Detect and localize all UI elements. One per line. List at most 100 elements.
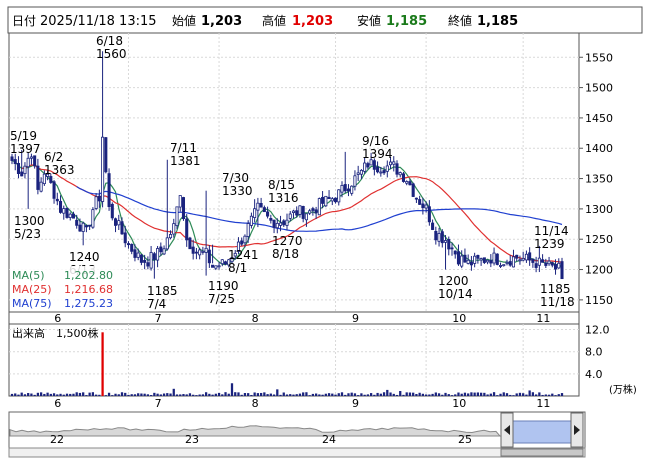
candle-body	[327, 196, 331, 200]
volume-bar	[509, 394, 512, 396]
navigator-right-handle[interactable]	[570, 412, 584, 448]
volume-bar	[237, 392, 240, 396]
annotation-date: 8/15	[268, 178, 295, 192]
candle-body	[324, 195, 328, 207]
stock-chart: 日付 2025/11/18 13:15 始値 1,203 高値 1,203 安値…	[7, 6, 643, 458]
volume-bar	[560, 393, 564, 396]
volume-bar	[392, 393, 395, 396]
candle-body	[133, 249, 137, 258]
volume-bar	[534, 394, 538, 396]
candle-body	[421, 203, 425, 208]
navigator-left-handle[interactable]	[500, 412, 514, 448]
candle-body	[411, 183, 415, 197]
volume-bar	[39, 392, 43, 396]
candle-body	[486, 259, 490, 263]
candle-body	[162, 248, 166, 255]
volume-bar	[470, 392, 473, 396]
month-label: 10	[452, 312, 466, 325]
navigator-scrollbar-track[interactable]	[8, 447, 586, 458]
volume-bar	[201, 394, 205, 396]
candle-body	[256, 202, 260, 211]
volume-bar	[259, 392, 263, 396]
ma5-value: 1,202.80	[64, 269, 113, 282]
volume-bar	[182, 394, 185, 396]
volume-bar	[140, 393, 143, 396]
volume-bar	[460, 393, 463, 396]
candle-body	[65, 207, 69, 218]
navigator-selection[interactable]	[512, 420, 572, 444]
candle-body	[414, 197, 418, 200]
volume-bar	[522, 393, 525, 396]
annotation-date: 10/14	[438, 287, 473, 301]
volume-bar	[111, 395, 114, 396]
candle-body	[94, 196, 98, 209]
candle-body	[408, 181, 412, 186]
volume-bar	[33, 394, 36, 396]
candle-body	[547, 260, 551, 265]
volume-bar	[353, 393, 357, 396]
annotation-date: 8/18	[272, 247, 299, 261]
candle-body	[515, 254, 519, 259]
volume-bar	[515, 393, 518, 396]
volume-bar	[528, 390, 531, 396]
volume-bar	[305, 392, 308, 396]
low-value: 1,185	[386, 14, 427, 29]
close-value: 1,185	[477, 14, 518, 29]
candle-body	[62, 208, 66, 214]
volume-bar	[221, 394, 224, 396]
candle-body	[321, 196, 325, 204]
candle-body	[469, 261, 473, 266]
candle-body	[220, 259, 224, 265]
candle-body	[466, 259, 470, 264]
volume-bar	[318, 394, 321, 396]
candle-body	[282, 220, 286, 226]
candle-body	[308, 210, 312, 214]
candle-body	[385, 165, 389, 172]
candle-body	[146, 262, 150, 267]
candle-body	[330, 198, 334, 202]
candle-body	[541, 259, 545, 263]
candle-body	[495, 253, 499, 265]
volume-bar	[250, 394, 253, 396]
volume-bar	[402, 394, 405, 396]
volume-bar	[36, 392, 40, 396]
volume-bar	[285, 394, 289, 396]
volume-bar	[230, 383, 234, 396]
navigator-scrollbar-thumb[interactable]	[500, 448, 584, 457]
volume-bar	[91, 392, 95, 396]
volume-bar	[188, 393, 192, 396]
candle-body	[476, 254, 480, 259]
volume-axis: 4.0 8.0 12.0	[585, 324, 610, 381]
volume-bar	[256, 393, 260, 396]
candle-body	[531, 258, 535, 263]
annotation-value: 1200	[438, 274, 469, 288]
candle-body	[165, 237, 169, 250]
annotation-date: 7/30	[222, 171, 249, 185]
candle-body	[136, 252, 140, 258]
candle-body	[198, 249, 202, 256]
candle-body	[207, 249, 211, 264]
candle-body	[214, 265, 218, 269]
candle-body	[346, 188, 351, 192]
volume-month-label: 11	[536, 397, 550, 410]
volume-tick-label: 8.0	[585, 346, 603, 359]
annotation-value: 1239	[534, 237, 565, 251]
candle-body	[259, 203, 263, 208]
candle-body	[511, 256, 516, 268]
candle-body	[359, 169, 363, 175]
open-value: 1,203	[201, 14, 242, 29]
volume-bar	[27, 393, 30, 396]
volume-bar	[366, 394, 370, 396]
candle-body	[285, 219, 289, 226]
annotation-date: 7/25	[208, 292, 235, 306]
candle-body	[482, 257, 486, 263]
candle-body	[117, 220, 121, 226]
volume-bar	[279, 394, 282, 396]
candle-body	[440, 231, 444, 244]
volume-bar	[266, 394, 269, 396]
price-tick-label: 1450	[585, 112, 613, 125]
volume-bar	[114, 393, 117, 396]
volume-bar	[17, 394, 20, 396]
volume-bar	[541, 394, 544, 396]
volume-month-axis: 6 7 8 9 10 11	[54, 397, 550, 410]
